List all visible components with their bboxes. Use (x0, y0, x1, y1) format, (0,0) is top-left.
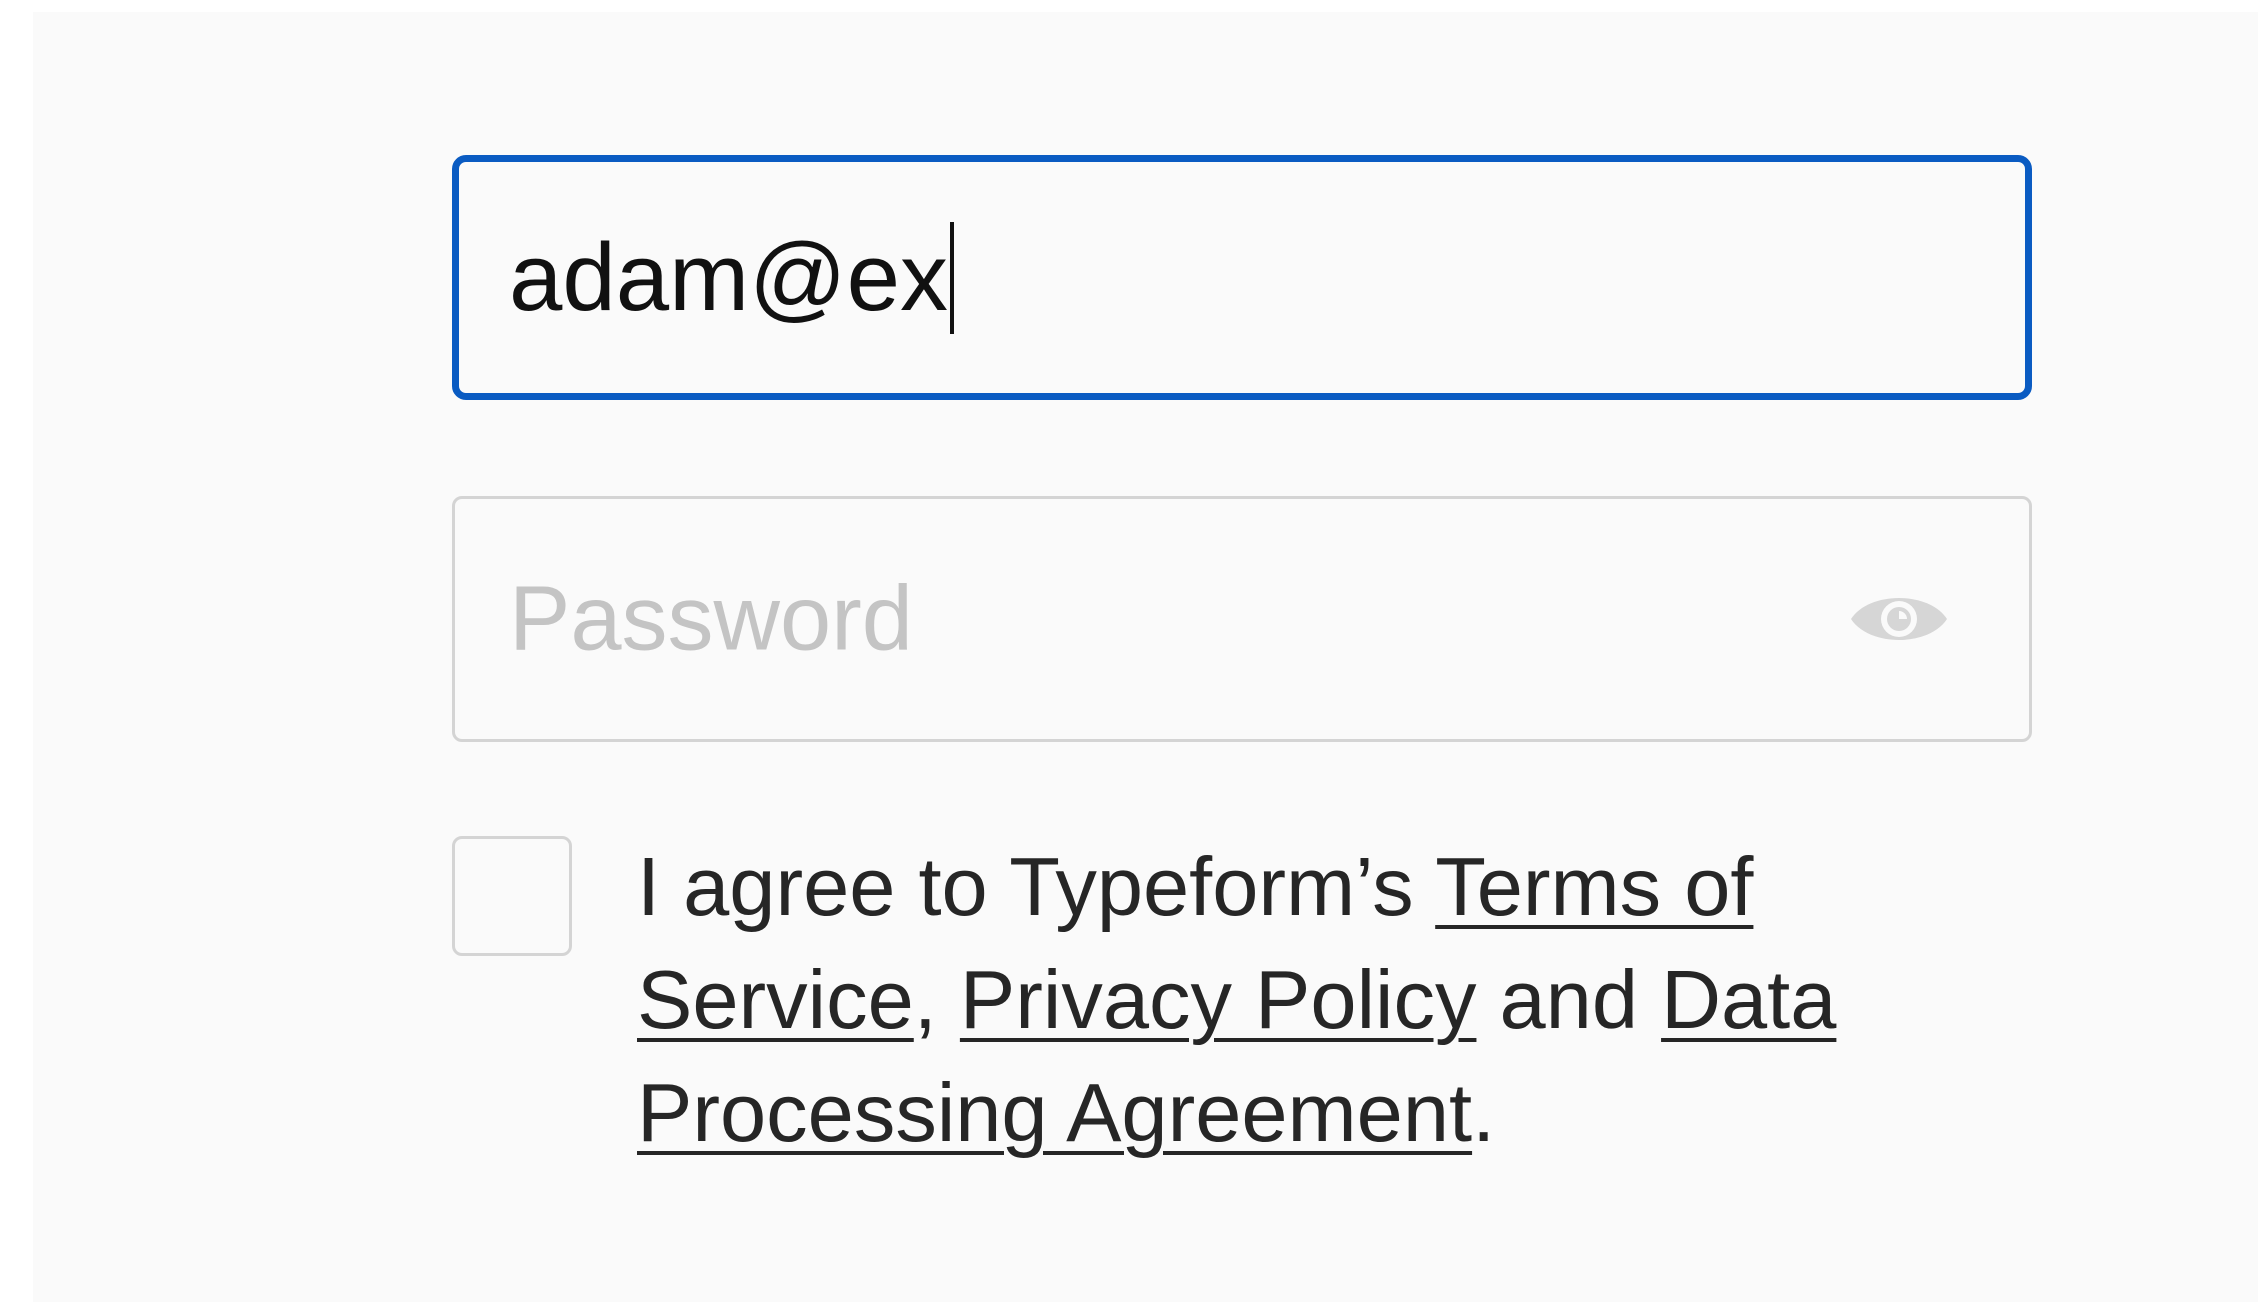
email-input-value[interactable]: adam@ex (509, 221, 954, 334)
email-field[interactable]: adam@ex (452, 155, 2032, 400)
consent-period: . (1472, 1066, 1496, 1159)
consent-and: and (1476, 953, 1662, 1046)
eye-icon[interactable] (1847, 585, 1951, 653)
terms-checkbox[interactable] (452, 836, 572, 956)
password-placeholder: Password (509, 567, 913, 670)
text-caret (949, 221, 954, 334)
consent-comma: , (913, 953, 960, 1046)
privacy-policy-link[interactable]: Privacy Policy (960, 953, 1477, 1046)
password-field[interactable]: Password (452, 496, 2032, 742)
consent-prefix: I agree to Typeform’s (637, 840, 1436, 933)
consent-text: I agree to Typeform’s Terms of Service, … (637, 830, 1937, 1169)
email-input-text: adam@ex (509, 223, 948, 331)
